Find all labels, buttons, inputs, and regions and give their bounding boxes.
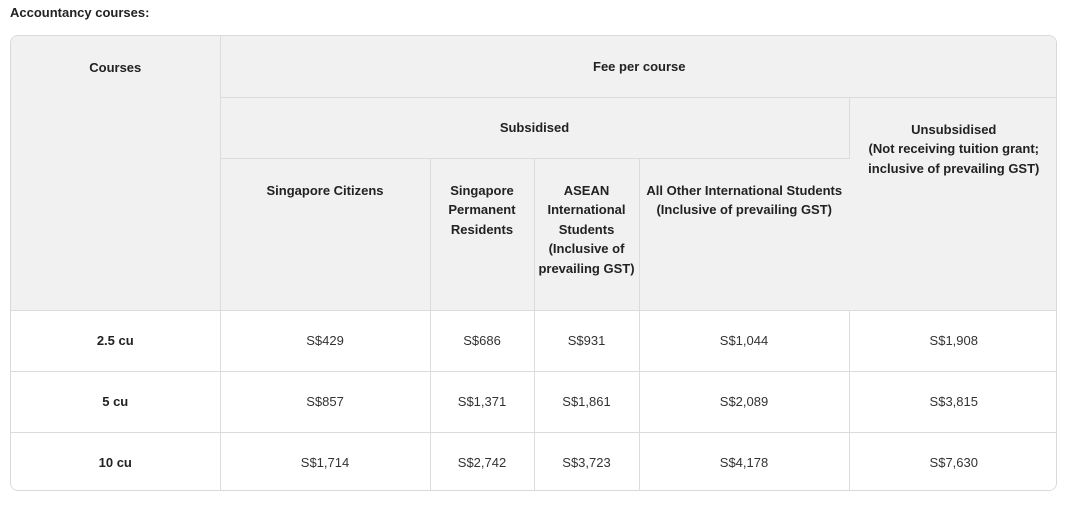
cell-other-fee: S$4,178: [639, 432, 850, 490]
cell-unsubsidised-fee: S$7,630: [849, 432, 1056, 490]
header-line: Students: [558, 221, 615, 237]
table-header: Courses Fee per course Subsidised Unsubs…: [11, 36, 1056, 311]
cell-asean-fee: S$931: [534, 310, 640, 372]
table-row: 5 cu S$857 S$1,371 S$1,861 S$2,089 S$3,8…: [11, 371, 1056, 433]
header-courses: Courses: [11, 36, 221, 311]
header-unsubsidised-line: inclusive of prevailing GST): [868, 160, 1040, 176]
table-body: 2.5 cu S$429 S$686 S$931 S$1,044 S$1,908…: [11, 310, 1056, 490]
header-other-international: All Other International Students (Inclus…: [639, 158, 849, 311]
cell-citizens-fee: S$429: [220, 310, 431, 372]
cell-unsubsidised-fee: S$3,815: [849, 371, 1056, 433]
header-line: All Other International Students: [646, 182, 843, 198]
header-line: (Inclusive of: [548, 241, 625, 256]
cell-other-fee: S$2,089: [639, 371, 850, 433]
header-unsubsidised: Unsubsidised (Not receiving tuition gran…: [849, 97, 1056, 311]
cell-pr-fee: S$2,742: [430, 432, 535, 490]
cell-pr-fee: S$686: [430, 310, 535, 372]
cell-unsubsidised-fee: S$1,908: [849, 310, 1056, 372]
header-line: ASEAN: [563, 182, 610, 198]
header-fee-per-course: Fee per course: [220, 36, 1056, 98]
cell-course: 5 cu: [11, 371, 221, 433]
cell-course: 2.5 cu: [11, 310, 221, 372]
header-line: (Inclusive of prevailing GST): [656, 202, 833, 217]
header-line: Residents: [450, 221, 514, 237]
fees-table-container: Courses Fee per course Subsidised Unsubs…: [10, 35, 1057, 491]
table-caption: Accountancy courses:: [10, 5, 150, 20]
cell-asean-fee: S$1,861: [534, 371, 640, 433]
header-line: Permanent: [448, 202, 516, 217]
cell-citizens-fee: S$1,714: [220, 432, 431, 490]
table-row: 2.5 cu S$429 S$686 S$931 S$1,044 S$1,908: [11, 310, 1056, 372]
header-line: International: [547, 202, 626, 217]
header-line: Singapore: [450, 182, 514, 198]
header-unsubsidised-line: (Not receiving tuition grant;: [868, 141, 1039, 156]
cell-asean-fee: S$3,723: [534, 432, 640, 490]
fees-table: Courses Fee per course Subsidised Unsubs…: [11, 36, 1056, 490]
header-line: prevailing GST): [538, 260, 635, 276]
cell-course: 10 cu: [11, 432, 221, 490]
cell-pr-fee: S$1,371: [430, 371, 535, 433]
cell-citizens-fee: S$857: [220, 371, 431, 433]
header-permanent-residents: Singapore Permanent Residents: [430, 158, 535, 311]
header-subsidised: Subsidised: [220, 97, 850, 159]
header-singapore-citizens: Singapore Citizens: [220, 158, 431, 311]
table-row: 10 cu S$1,714 S$2,742 S$3,723 S$4,178 S$…: [11, 432, 1056, 490]
cell-other-fee: S$1,044: [639, 310, 850, 372]
header-unsubsidised-line: Unsubsidised: [911, 121, 997, 137]
header-line: Singapore Citizens: [266, 182, 384, 198]
header-asean-students: ASEAN International Students (Inclusive …: [534, 158, 640, 311]
